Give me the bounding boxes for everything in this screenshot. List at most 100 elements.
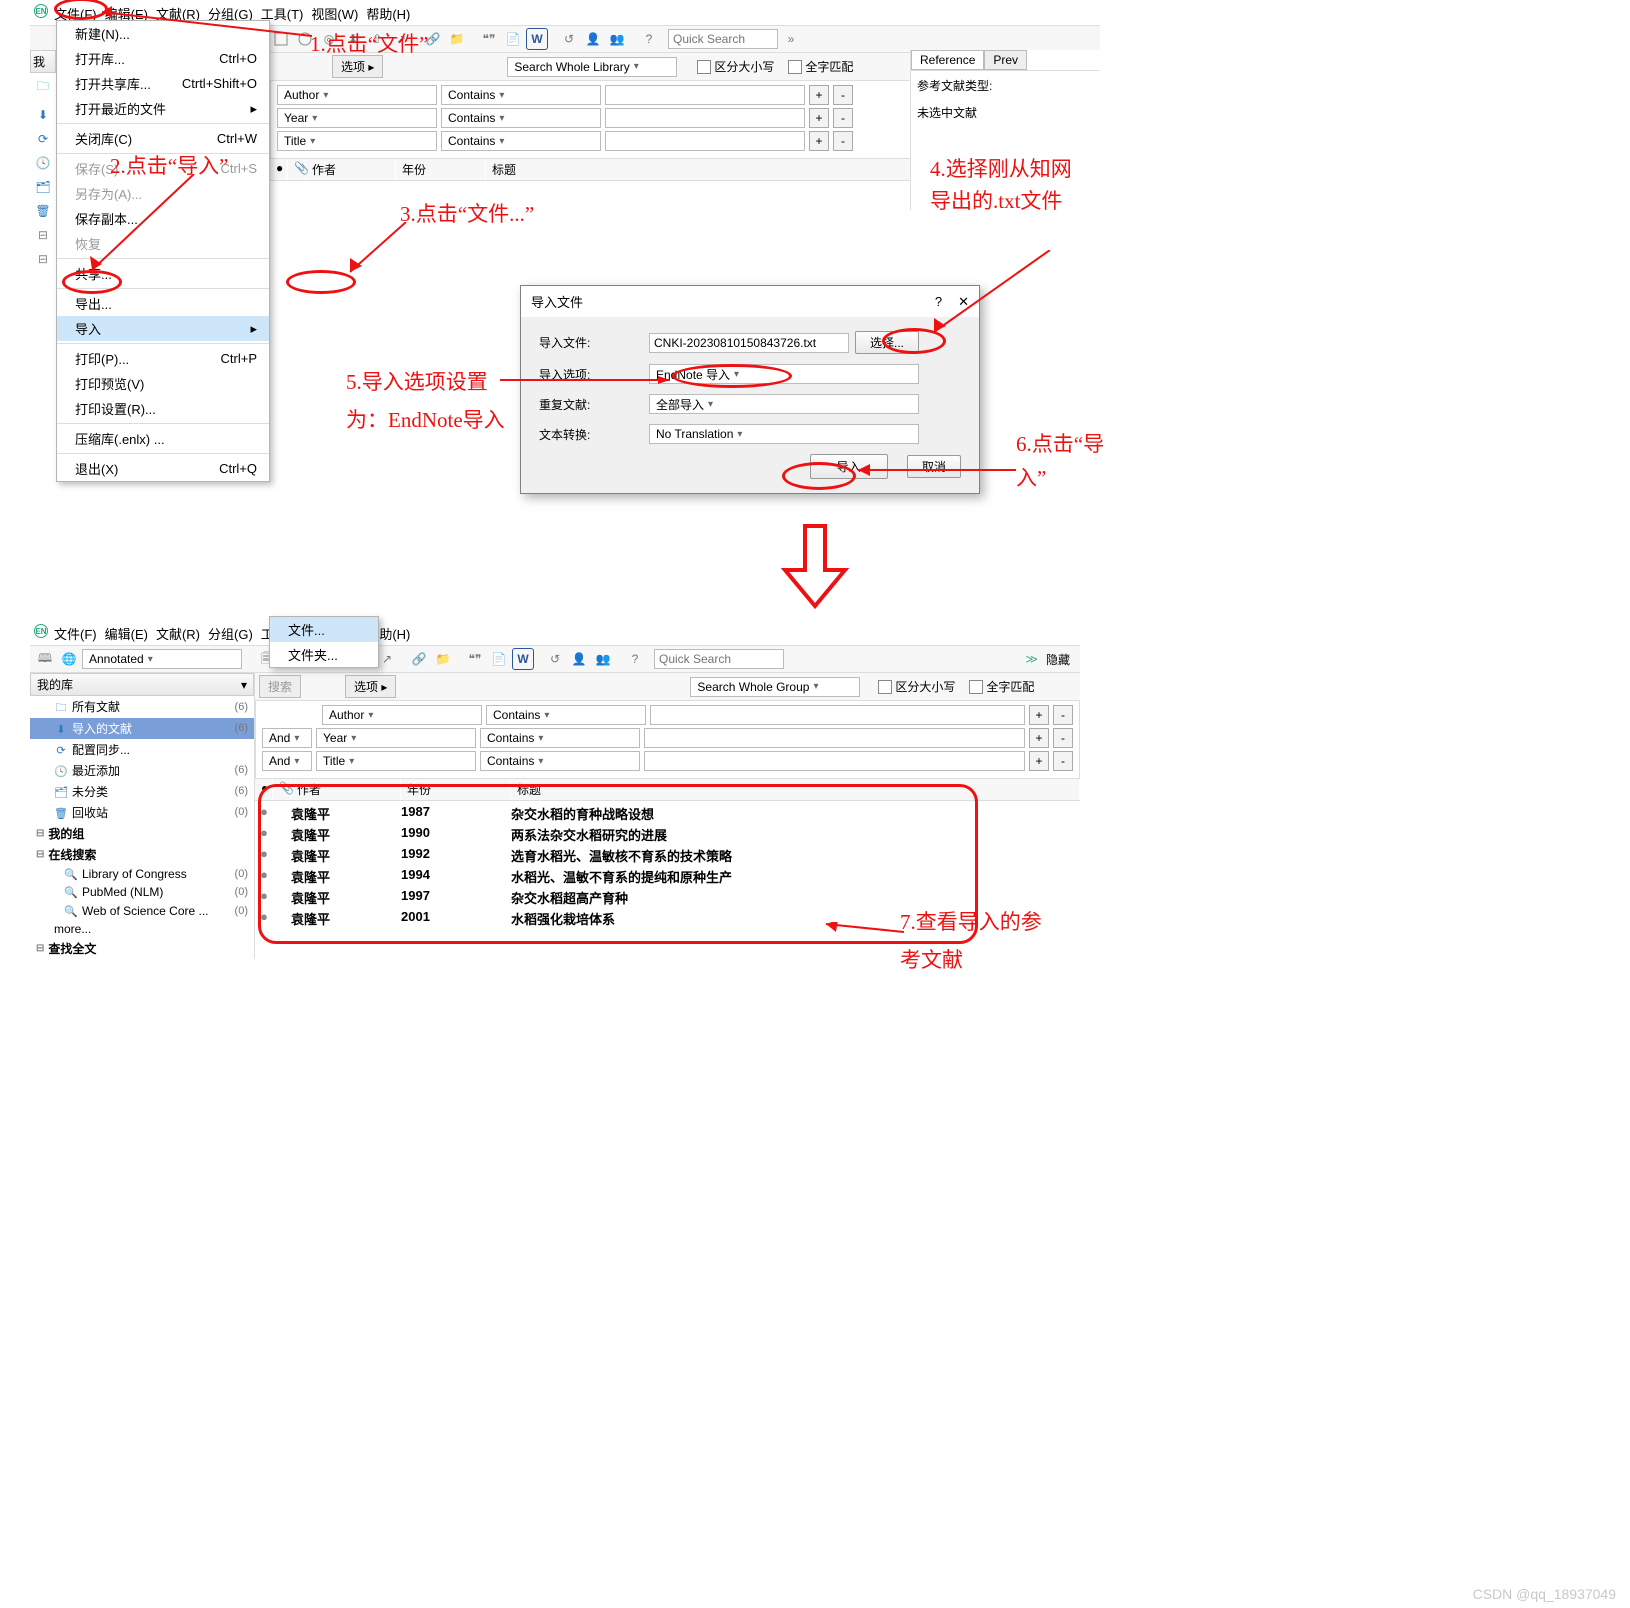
file-menu-item[interactable]: 打开最近的文件▸ xyxy=(57,96,269,121)
globe-icon[interactable]: 🌐 xyxy=(58,648,80,670)
drawer-icon[interactable]: 🗂 xyxy=(35,180,50,194)
style-dropdown[interactable]: Annotated xyxy=(82,649,242,669)
search-conj-dropdown[interactable]: And xyxy=(262,751,312,771)
menu-refs[interactable]: 文献(R) xyxy=(156,624,200,643)
download-icon[interactable]: ⬇ xyxy=(38,108,48,122)
import-submenu-item[interactable]: 文件... xyxy=(270,617,378,642)
import-file-input[interactable] xyxy=(649,333,849,353)
toolbar-icon[interactable]: 📄 xyxy=(488,648,510,670)
sync-icon[interactable]: ⟳ xyxy=(38,132,48,146)
add-row-button[interactable]: + xyxy=(809,85,829,105)
file-menu-item[interactable]: 关闭库(C)Ctrl+W xyxy=(57,126,269,151)
sidebar-item[interactable]: 🗀所有文献(6) xyxy=(30,696,254,718)
search-mode-dropdown[interactable]: Search Whole Group xyxy=(690,677,860,697)
table-row[interactable]: ●袁隆平1994水稻光、温敏不育系的提纯和原种生产 xyxy=(255,866,1080,887)
search-value-input[interactable] xyxy=(605,85,805,105)
file-menu-item[interactable]: 打开共享库...Ctrtl+Shift+O xyxy=(57,71,269,96)
word-icon[interactable]: W xyxy=(512,648,534,670)
search-op-dropdown[interactable]: Contains xyxy=(480,728,640,748)
toolbar-icon[interactable]: 👥 xyxy=(592,648,614,670)
add-row-button[interactable]: + xyxy=(1029,751,1049,771)
menu-file[interactable]: 文件(F) xyxy=(54,624,97,643)
toolbar-icon[interactable]: 🔗 xyxy=(422,28,444,50)
search-op-dropdown[interactable]: Contains xyxy=(441,108,601,128)
search-op-dropdown[interactable]: Contains xyxy=(441,85,601,105)
file-menu-item[interactable]: 恢复 xyxy=(57,231,269,256)
menu-help[interactable]: 帮助(H) xyxy=(366,4,410,23)
sidebar-item[interactable]: 🕓最近添加(6) xyxy=(30,760,254,781)
search-op-dropdown[interactable]: Contains xyxy=(441,131,601,151)
remove-row-button[interactable]: - xyxy=(1053,705,1073,725)
file-menu-item[interactable]: 保存(S)Ctrl+S xyxy=(57,156,269,181)
file-menu-item[interactable]: 退出(X)Ctrl+Q xyxy=(57,456,269,481)
toolbar-icon[interactable]: 👤 xyxy=(582,28,604,50)
file-menu-item[interactable]: 另存为(A)... xyxy=(57,181,269,206)
remove-row-button[interactable]: - xyxy=(1053,751,1073,771)
col-author[interactable]: 作者 xyxy=(306,159,396,180)
search-field-dropdown[interactable]: Author xyxy=(322,705,482,725)
help-icon[interactable]: ? xyxy=(935,294,942,309)
search-value-input[interactable] xyxy=(650,705,1025,725)
menu-groups[interactable]: 分组(G) xyxy=(208,624,253,643)
table-row[interactable]: ●袁隆平1987杂交水稻的育种战略设想 xyxy=(255,803,1080,824)
toolbar-icon[interactable]: ⬇ xyxy=(342,28,364,50)
translation-dropdown[interactable]: No Translation xyxy=(649,424,919,444)
toolbar-icon[interactable]: ↺ xyxy=(544,648,566,670)
add-row-button[interactable]: + xyxy=(1029,728,1049,748)
book-icon[interactable]: 🕮 xyxy=(34,648,56,670)
quick-search-input[interactable] xyxy=(654,649,784,669)
toolbar-icon[interactable]: ❝❞ xyxy=(464,648,486,670)
menu-view[interactable]: 视图(W) xyxy=(311,4,358,23)
toolbar-icon[interactable]: 👥 xyxy=(606,28,628,50)
toolbar-icon[interactable] xyxy=(270,28,292,50)
sidebar-group-my[interactable]: 我的组 xyxy=(30,823,254,844)
remove-row-button[interactable]: - xyxy=(1053,728,1073,748)
file-menu-item[interactable]: 打印设置(R)... xyxy=(57,396,269,421)
file-menu-item[interactable]: 新建(N)... xyxy=(57,21,269,46)
search-mode-dropdown[interactable]: Search Whole Library xyxy=(507,57,677,77)
chevrons-icon[interactable]: ≫ xyxy=(1025,652,1038,666)
col-year[interactable]: 年份 xyxy=(401,779,511,800)
remove-row-button[interactable]: - xyxy=(833,131,853,151)
sidebar-item[interactable]: ⟳配置同步... xyxy=(30,739,254,760)
toolbar-icon[interactable]: ⇧ xyxy=(366,28,388,50)
sidebar-item[interactable]: ⬇导入的文献(6) xyxy=(30,718,254,739)
sidebar-item[interactable]: 🗑回收站(0) xyxy=(30,802,254,823)
file-menu-item[interactable]: 打印预览(V) xyxy=(57,371,269,396)
add-row-button[interactable]: + xyxy=(809,108,829,128)
help-icon[interactable]: ? xyxy=(624,648,646,670)
browse-button[interactable]: 选择... xyxy=(855,331,919,354)
tab-reference[interactable]: Reference xyxy=(911,50,984,70)
search-field-dropdown[interactable]: Author xyxy=(277,85,437,105)
search-op-dropdown[interactable]: Contains xyxy=(486,705,646,725)
sidebar-online-item[interactable]: 🔍Library of Congress(0) xyxy=(30,865,254,884)
file-menu-item[interactable]: 保存副本... xyxy=(57,206,269,231)
file-menu-item[interactable]: 打开库...Ctrl+O xyxy=(57,46,269,71)
options-button[interactable]: 选项 ▸ xyxy=(332,55,383,78)
sidebar-online-item[interactable]: 🔍PubMed (NLM)(0) xyxy=(30,883,254,902)
menu-edit[interactable]: 编辑(E) xyxy=(105,624,148,643)
search-value-input[interactable] xyxy=(605,108,805,128)
search-field-dropdown[interactable]: Title xyxy=(277,131,437,151)
quick-search-input[interactable] xyxy=(668,29,778,49)
search-value-input[interactable] xyxy=(644,751,1025,771)
word-checkbox[interactable]: 全字匹配 xyxy=(969,678,1034,695)
toolbar-icon[interactable]: 👤 xyxy=(568,648,590,670)
import-submenu-item[interactable]: 文件夹... xyxy=(270,642,378,667)
toolbar-icon[interactable]: ❝❞ xyxy=(478,28,500,50)
search-button[interactable]: 搜索 xyxy=(259,675,301,698)
sidebar-group-findfull[interactable]: 查找全文 xyxy=(30,938,254,959)
add-row-button[interactable]: + xyxy=(809,131,829,151)
table-row[interactable]: ●袁隆平2001水稻强化栽培体系 xyxy=(255,908,1080,929)
file-menu-item[interactable]: 压缩库(.enlx) ... xyxy=(57,426,269,451)
file-menu-item[interactable]: 共享... xyxy=(57,261,269,286)
table-row[interactable]: ●袁隆平1992选育水稻光、温敏核不育系的技术策略 xyxy=(255,845,1080,866)
cancel-button[interactable]: 取消 xyxy=(907,455,961,478)
hide-search-button[interactable]: 隐藏 xyxy=(1046,651,1070,668)
table-row[interactable]: ●袁隆平1990两系法杂交水稻研究的进展 xyxy=(255,824,1080,845)
toolbar-icon[interactable]: ↗ xyxy=(390,28,412,50)
search-field-dropdown[interactable]: Title xyxy=(316,751,476,771)
col-year[interactable]: 年份 xyxy=(396,159,486,180)
chevrons-icon[interactable]: » xyxy=(780,28,802,50)
toolbar-icon[interactable]: 📄 xyxy=(502,28,524,50)
